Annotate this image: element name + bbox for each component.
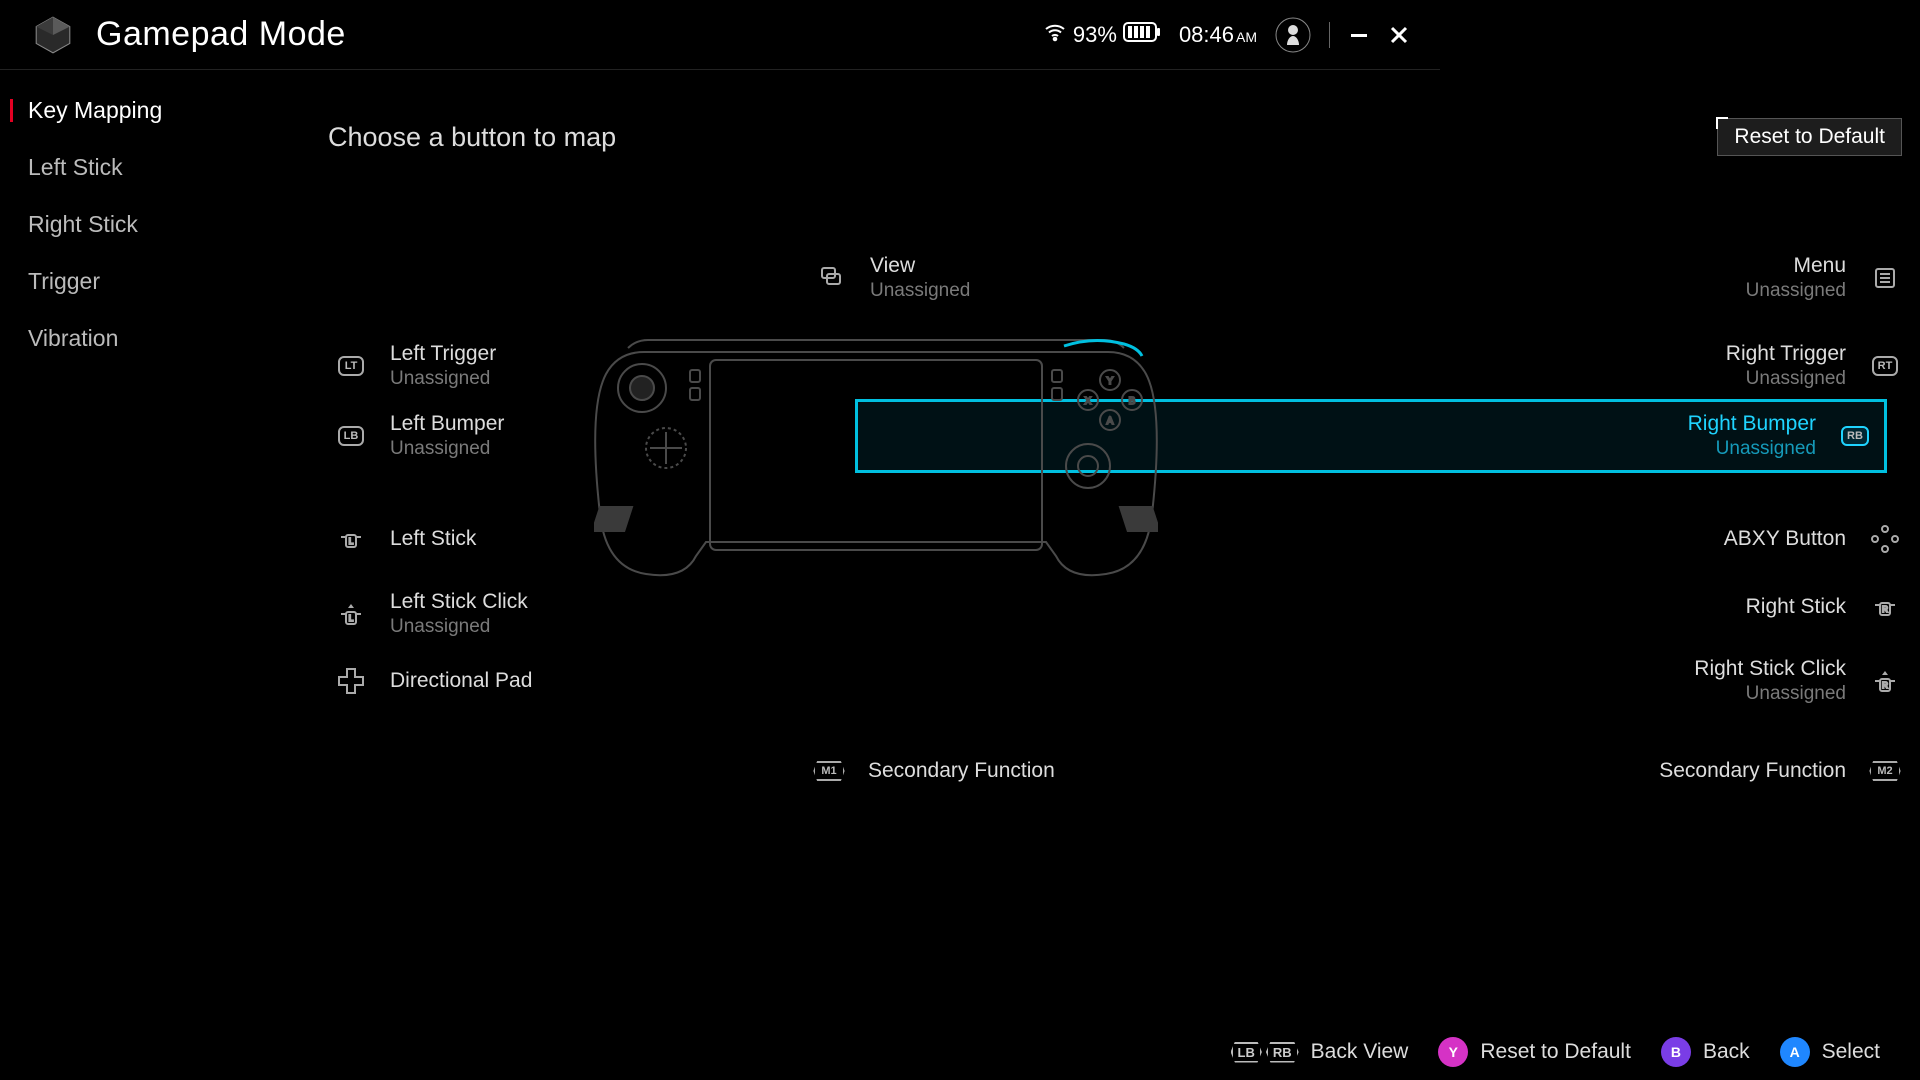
lsc-status: Unassigned [390, 616, 528, 638]
left-stick-click-icon: L [334, 597, 368, 631]
b-button-icon: B [1661, 1037, 1691, 1067]
map-row-right-stick[interactable]: R Right Stick [870, 590, 1902, 624]
lb-rb-badge-icon: LB RB [1231, 1042, 1299, 1063]
sidebar-item-keymapping[interactable]: Key Mapping [10, 95, 180, 126]
map-row-right-bumper[interactable]: RB Right Bumper Unassigned [855, 399, 1887, 473]
rb-label: Right Bumper [1688, 412, 1816, 436]
choose-button-heading: Choose a button to map [328, 122, 616, 153]
menu-status: Unassigned [1746, 280, 1846, 302]
svg-text:L: L [349, 614, 354, 623]
rsc-status: Unassigned [1694, 683, 1846, 705]
lb-status: Unassigned [390, 438, 504, 460]
menu-button-icon [1868, 261, 1902, 295]
rt-icon: RT [1868, 349, 1902, 383]
map-row-right-trigger[interactable]: RT Right Trigger Unassigned [870, 342, 1902, 390]
rt-status: Unassigned [1726, 368, 1846, 390]
sidebar: Key Mapping Left Stick Right Stick Trigg… [10, 95, 180, 354]
header-bar: Gamepad Mode 93% [0, 0, 1440, 70]
menu-label: Menu [1746, 254, 1846, 278]
svg-text:L: L [349, 537, 354, 546]
footer-reset[interactable]: Y Reset to Default [1438, 1037, 1631, 1067]
wifi-icon [1043, 20, 1067, 50]
lb-label: Left Bumper [390, 412, 504, 436]
svg-text:R: R [1882, 681, 1888, 690]
footer-back-label: Back [1703, 1040, 1750, 1064]
footer-select[interactable]: A Select [1780, 1037, 1880, 1067]
sidebar-item-vibration[interactable]: Vibration [10, 323, 180, 354]
m1-icon: M1 [812, 754, 846, 788]
m2-icon: M2 [1868, 754, 1902, 788]
footer-backview[interactable]: LB RB Back View [1231, 1040, 1409, 1064]
footer-backview-label: Back View [1311, 1040, 1409, 1064]
map-row-m2[interactable]: M2 Secondary Function [870, 754, 1902, 788]
header-divider [1329, 22, 1330, 48]
abxy-label: ABXY Button [1724, 527, 1846, 551]
footer-select-label: Select [1822, 1040, 1880, 1064]
footer-back[interactable]: B Back [1661, 1037, 1750, 1067]
profile-avatar[interactable] [1275, 17, 1311, 53]
right-stick-icon: R [1868, 590, 1902, 624]
battery-icon [1123, 21, 1161, 49]
a-button-icon: A [1780, 1037, 1810, 1067]
lt-status: Unassigned [390, 368, 496, 390]
page-title: Gamepad Mode [96, 15, 346, 54]
clock: 08:46 AM [1179, 22, 1257, 48]
footer-reset-label: Reset to Default [1480, 1040, 1631, 1064]
sidebar-item-leftstick[interactable]: Left Stick [10, 152, 180, 183]
lt-icon: LT [334, 349, 368, 383]
map-row-abxy[interactable]: ABXY Button [870, 522, 1902, 556]
dpad-label: Directional Pad [390, 669, 532, 693]
map-row-menu[interactable]: Menu Unassigned [870, 254, 1902, 302]
rb-status: Unassigned [1688, 438, 1816, 460]
rb-icon: RB [1838, 419, 1872, 453]
header-status-area: 93% 08:46 AM [1043, 17, 1410, 53]
abxy-icon [1868, 522, 1902, 556]
minimize-button[interactable] [1348, 24, 1370, 46]
left-stick-icon: L [334, 522, 368, 556]
rt-label: Right Trigger [1726, 342, 1846, 366]
sidebar-item-trigger[interactable]: Trigger [10, 266, 180, 297]
lb-icon: LB [334, 419, 368, 453]
ls-label: Left Stick [390, 527, 476, 551]
right-stick-click-icon: R [1868, 664, 1902, 698]
reset-to-default-button[interactable]: Reset to Default [1717, 118, 1902, 156]
lsc-label: Left Stick Click [390, 590, 528, 614]
map-row-right-stick-click[interactable]: R Right Stick Click Unassigned [870, 657, 1902, 705]
clock-ampm: AM [1236, 29, 1257, 45]
svg-text:R: R [1882, 605, 1888, 614]
battery-pct: 93% [1073, 22, 1117, 48]
header-left: Gamepad Mode [30, 12, 346, 58]
y-button-icon: Y [1438, 1037, 1468, 1067]
lt-label: Left Trigger [390, 342, 496, 366]
clock-time: 08:46 [1179, 22, 1234, 48]
dpad-icon [334, 664, 368, 698]
rsc-label: Right Stick Click [1694, 657, 1846, 681]
footer-hints: LB RB Back View Y Reset to Default B Bac… [0, 1024, 1920, 1080]
m2-label: Secondary Function [1659, 759, 1846, 783]
app-logo-icon [30, 12, 76, 58]
sidebar-item-rightstick[interactable]: Right Stick [10, 209, 180, 240]
main-header: Choose a button to map Reset to Default [328, 118, 1902, 156]
wifi-status: 93% [1043, 20, 1161, 50]
close-button[interactable] [1388, 24, 1410, 46]
rs-label: Right Stick [1746, 595, 1846, 619]
view-button-icon [814, 261, 848, 295]
